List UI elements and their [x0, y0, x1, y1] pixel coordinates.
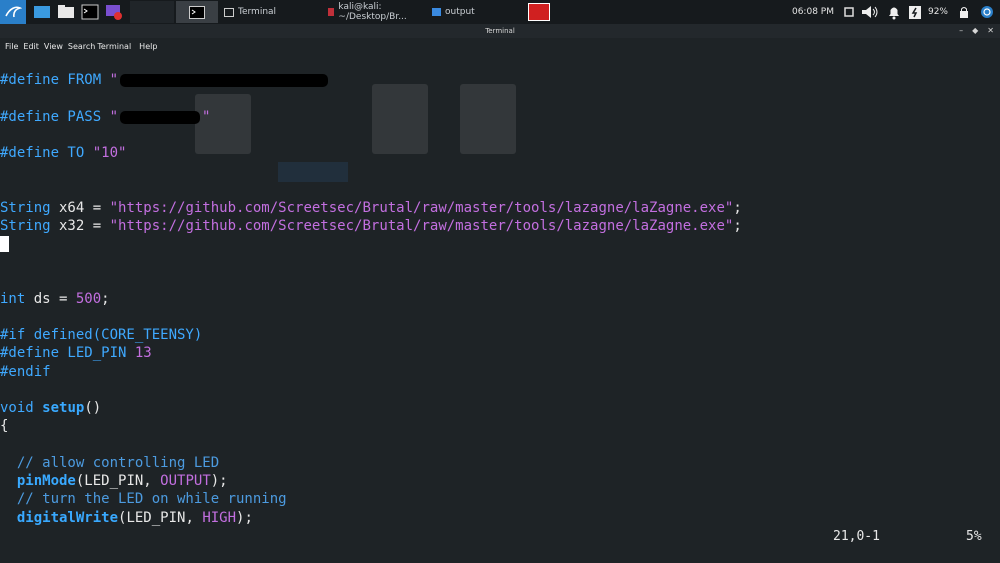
- x32-declaration: x32 =: [50, 218, 110, 234]
- redaction-from: [120, 73, 329, 87]
- task-terminal-preview[interactable]: [176, 1, 218, 23]
- code-line-string-x64: String x64 = "https://github.com/Screets…: [0, 199, 742, 217]
- terminal-body[interactable]: #define FROM " #define PASS " " #define T…: [0, 54, 1000, 563]
- ghost-file-icon: [372, 84, 428, 154]
- clock[interactable]: 06:08 PM: [792, 7, 834, 17]
- high-constant: HIGH: [202, 510, 237, 526]
- ghost-c-file-icon: [460, 84, 516, 154]
- workspace-1[interactable]: [130, 1, 174, 23]
- menu-file[interactable]: File: [5, 42, 18, 51]
- x64-semicolon: ;: [733, 200, 742, 216]
- menu-edit[interactable]: Edit: [23, 42, 39, 51]
- kali-menu-icon[interactable]: [0, 0, 26, 24]
- pinmode-close: );: [210, 473, 228, 489]
- led-define-keyword: #define LED_PIN: [0, 345, 135, 361]
- minimize-icon[interactable]: –: [959, 24, 963, 38]
- menu-help[interactable]: Help: [139, 42, 157, 51]
- show-desktop-icon[interactable]: [32, 2, 52, 22]
- vim-percent: 5%: [966, 529, 982, 544]
- define-from-keyword: #define FROM: [0, 72, 110, 88]
- setup-parens: (): [84, 400, 102, 416]
- task-terminal-label: Terminal: [238, 7, 277, 17]
- menu-bar: File Edit View Search Terminal Help: [0, 38, 1000, 54]
- code-line-define-to: #define TO "10": [0, 144, 126, 162]
- define-pass-open-quote: ": [109, 109, 119, 125]
- code-line-string-x32: String x32 = "https://github.com/Screets…: [0, 217, 742, 235]
- menu-search[interactable]: Search: [68, 42, 95, 51]
- vim-position: 21,0-1: [833, 529, 880, 544]
- system-tray: 06:08 PM 92%: [786, 0, 1000, 24]
- digitalwrite-args: (LED_PIN,: [118, 510, 203, 526]
- window-icon[interactable]: [844, 7, 854, 17]
- code-line-cursor: [0, 236, 9, 254]
- code-line-open-brace: {: [0, 418, 9, 434]
- ds-value: 500: [75, 291, 102, 307]
- define-to-value: "10": [92, 145, 127, 161]
- task-kali-terminal-label: kali@kali: ~/Desktop/Br...: [338, 2, 407, 22]
- code-line-pinmode: pinMode(LED_PIN, OUTPUT);: [0, 472, 228, 490]
- task-output[interactable]: output: [426, 1, 526, 23]
- task-kali-terminal[interactable]: kali@kali: ~/Desktop/Br...: [322, 1, 426, 23]
- screen-recorder-icon[interactable]: [104, 2, 124, 22]
- window-titlebar[interactable]: Terminal – ◆ ✕: [0, 24, 1000, 38]
- pinmode-args: (LED_PIN,: [75, 473, 161, 489]
- window-title: Terminal: [485, 27, 515, 35]
- define-pass-close-quote: ": [202, 109, 211, 125]
- digitalwrite-close: );: [236, 510, 253, 526]
- code-line-void-setup: void setup(): [0, 399, 101, 417]
- code-line-comment-allow: // allow controlling LED: [0, 455, 220, 471]
- x64-declaration: x64 =: [50, 200, 110, 216]
- terminal-launcher-icon[interactable]: [80, 2, 100, 22]
- menu-terminal[interactable]: Terminal: [97, 42, 131, 51]
- digitalwrite-function: digitalWrite: [16, 510, 119, 526]
- code-line-led-pin: #define LED_PIN 13: [0, 344, 152, 362]
- taskbar: Terminal kali@kali: ~/Desktop/Br... outp…: [0, 0, 1000, 24]
- maximize-icon[interactable]: ◆: [972, 24, 978, 38]
- setup-function: setup: [42, 400, 85, 416]
- code-line-define-from: #define FROM ": [0, 71, 329, 89]
- volume-icon[interactable]: [860, 4, 880, 20]
- pinmode-function: pinMode: [16, 473, 76, 489]
- void-keyword: void: [0, 400, 34, 416]
- x32-type: String: [0, 218, 51, 234]
- define-from-value: ": [109, 72, 119, 88]
- task-terminal[interactable]: Terminal: [218, 1, 322, 23]
- code-line-int-ds: int ds = 500;: [0, 290, 110, 308]
- define-pass-keyword: #define PASS: [0, 109, 110, 125]
- ghost-selected-item: [278, 162, 348, 182]
- code-line-define-pass: #define PASS " ": [0, 108, 210, 126]
- battery-percent: 92%: [927, 7, 948, 17]
- x64-url: "https://github.com/Screetsec/Brutal/raw…: [109, 200, 734, 216]
- output-constant: OUTPUT: [160, 473, 211, 489]
- ds-semicolon: ;: [101, 291, 110, 307]
- notifications-icon[interactable]: [886, 4, 902, 20]
- alert-icon[interactable]: [528, 3, 550, 21]
- code-line-digitalwrite: digitalWrite(LED_PIN, HIGH);: [0, 509, 253, 527]
- define-to-keyword: #define TO: [0, 145, 93, 161]
- x64-type: String: [0, 200, 51, 216]
- ds-type: int: [0, 291, 26, 307]
- code-line-if-defined: #if defined(CORE_TEENSY): [0, 327, 203, 343]
- code-line-comment-turn-on: // turn the LED on while running: [0, 491, 287, 507]
- task-output-label: output: [445, 7, 475, 17]
- code-line-endif: #endif: [0, 364, 51, 380]
- power-manager-icon[interactable]: [908, 4, 922, 20]
- redaction-pass: [120, 110, 201, 124]
- x32-semicolon: ;: [733, 218, 742, 234]
- text-cursor: [0, 236, 9, 252]
- menu-view[interactable]: View: [44, 42, 63, 51]
- power-icon[interactable]: [980, 5, 994, 19]
- led-pin-value: 13: [134, 345, 152, 361]
- x32-url: "https://github.com/Screetsec/Brutal/raw…: [109, 218, 734, 234]
- close-icon[interactable]: ✕: [987, 24, 994, 38]
- ds-declaration: ds =: [25, 291, 76, 307]
- lock-screen-icon[interactable]: [958, 6, 970, 18]
- file-manager-icon[interactable]: [56, 2, 76, 22]
